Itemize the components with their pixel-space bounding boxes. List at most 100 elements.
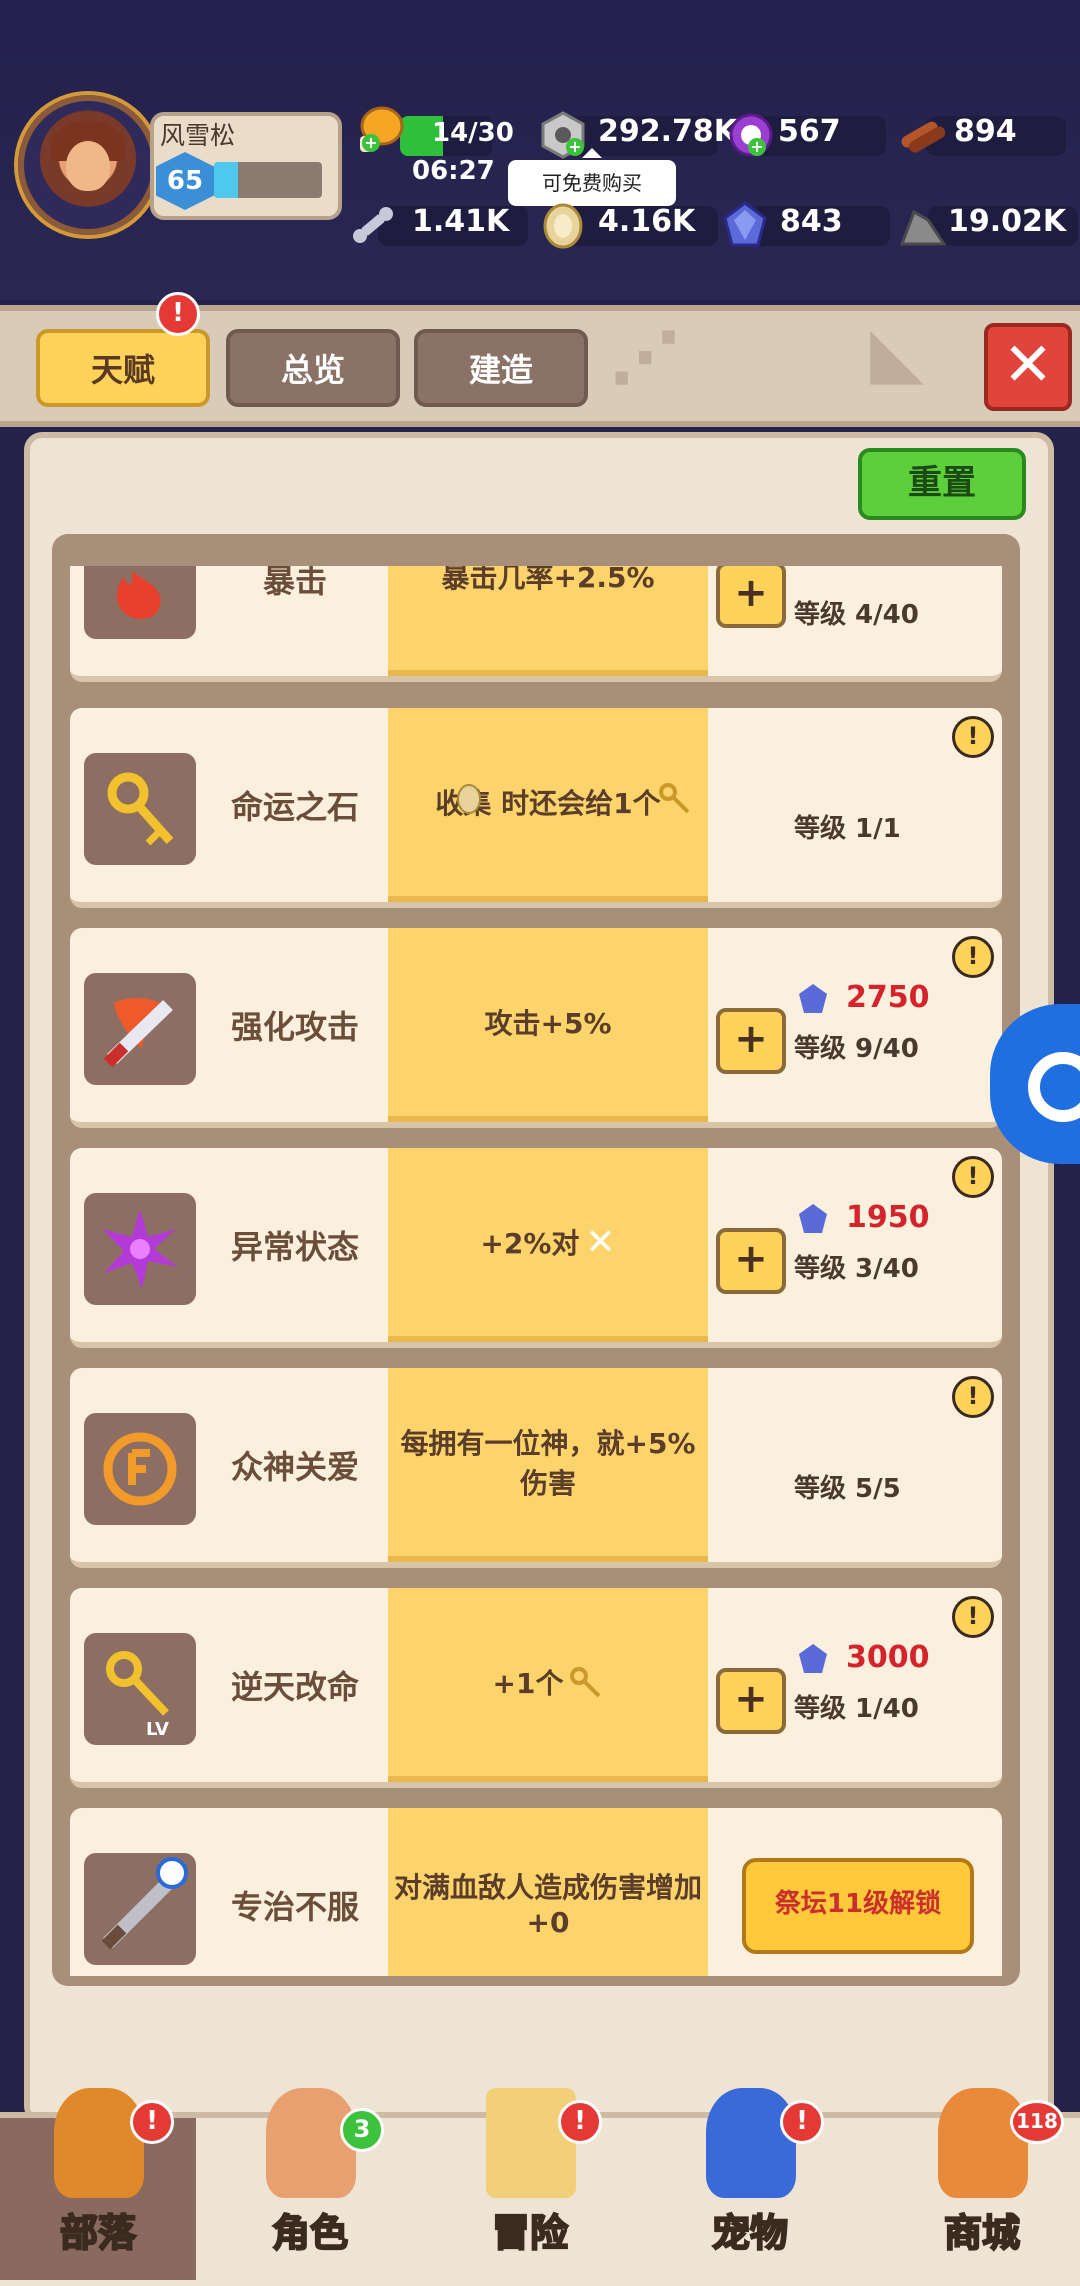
info-icon[interactable]: !: [952, 1156, 994, 1198]
shell-icon: [543, 203, 583, 249]
meat-icon[interactable]: [354, 102, 406, 158]
key-inline-icon: [659, 783, 690, 814]
talent-desc-text: +2%对: [480, 1227, 580, 1260]
talent-desc: +2%对 ✕: [388, 1148, 708, 1342]
talent-name: 众神关爱: [230, 1448, 359, 1486]
tab-overview[interactable]: 总览: [226, 329, 400, 407]
upgrade-plus-button[interactable]: +: [716, 1008, 786, 1074]
talent-desc: 暴击几率+2.5%: [388, 566, 708, 676]
crystal-cost-icon: [799, 1644, 827, 1673]
reset-button[interactable]: 重置: [858, 448, 1026, 520]
talent-row-crit: 暴击 暴击几率+2.5% + 1900 等级 4/40: [70, 566, 1002, 682]
treasure-map-icon: [486, 2088, 576, 2198]
character-face-icon: [266, 2088, 356, 2198]
info-icon[interactable]: !: [952, 1376, 994, 1418]
xp-bar: [214, 162, 322, 198]
talent-name: 异常状态: [230, 1228, 359, 1266]
upgrade-plus-button[interactable]: +: [716, 566, 786, 628]
talent-name: 专治不服: [230, 1888, 359, 1926]
resource-stone: 19.02K: [898, 200, 1078, 248]
locked-sword-icon: [84, 1853, 196, 1965]
decor-claw-icon: ⋰: [610, 317, 680, 399]
stamina-timer: 06:27: [412, 156, 495, 186]
upgrade-plus-button[interactable]: +: [716, 1228, 786, 1294]
bone-icon: [353, 207, 393, 243]
talent-desc: 收集 时还会给1个: [388, 708, 708, 902]
talent-cost: 3000: [846, 1640, 930, 1675]
talent-level: 等级 1/40: [794, 1694, 919, 1724]
player-name: 风雪松: [160, 121, 236, 150]
talent-desc: 攻击+5%: [388, 928, 708, 1122]
talent-row-attack: 强化攻击 攻击+5% + 2750 等级 9/40 !: [70, 928, 1002, 1128]
talent-row-fate-stone: 命运之石 收集 时还会给1个 等级 1/1 !: [70, 708, 1002, 908]
talent-level: 等级 1/1: [794, 814, 901, 844]
talent-row-status: 异常状态 +2%对 ✕ + 1950 等级 3/40 !: [70, 1148, 1002, 1348]
talent-list[interactable]: 暴击 暴击几率+2.5% + 1900 等级 4/40 命运之石 收集 时还会给…: [70, 566, 1002, 1976]
info-icon[interactable]: !: [952, 936, 994, 978]
talent-cost: 1950: [846, 1200, 930, 1235]
fire-fist-icon: [84, 566, 196, 639]
resource-shell-value: 4.16K: [598, 204, 696, 239]
key-lv-icon: LV: [84, 1633, 196, 1745]
avatar-face: [66, 141, 110, 191]
tab-talent-alert-icon: !: [156, 292, 200, 336]
blue-crystal-icon: [723, 201, 767, 247]
tab-build[interactable]: 建造: [414, 329, 588, 407]
golden-key-icon: [84, 753, 196, 865]
nav-character-badge: 3: [340, 2108, 384, 2152]
resource-stone-value: 19.02K: [948, 204, 1067, 239]
resource-crystal-value: 843: [780, 204, 843, 239]
talent-name: 命运之石: [230, 788, 359, 826]
nav-adventure-alert-icon: !: [558, 2100, 602, 2144]
crossed-swords-icon: ✕: [585, 1221, 616, 1263]
nav-pet-alert-icon: !: [780, 2100, 824, 2144]
resource-nut-value: 292.78K: [598, 114, 738, 149]
stamina-value: 14/30: [432, 118, 514, 148]
talent-row-unyielding: 专治不服 对满血敌人造成伤害增加+0 祭坛11级解锁: [70, 1808, 1002, 1976]
crystal-cost-icon: [799, 1204, 827, 1233]
talent-row-defy-fate: LV 逆天改命 +1个 + 3000 等级 1/40 !: [70, 1588, 1002, 1788]
purple-burst-icon: [84, 1193, 196, 1305]
key-inline-icon: [570, 1667, 601, 1698]
nav-label: 商城: [943, 2210, 1021, 2256]
resource-crystal: 843: [720, 200, 890, 248]
resource-nut[interactable]: 292.78K: [538, 110, 737, 159]
talent-row-gods-favor: 众神关爱 每拥有一位神，就+5%伤害 等级 5/5 !: [70, 1368, 1002, 1568]
nav-shop-badge: 118: [1010, 2100, 1064, 2144]
upgrade-plus-button[interactable]: +: [716, 1668, 786, 1734]
resource-bone: 1.41K: [348, 200, 528, 248]
nav-label: 冒险: [491, 2210, 569, 2256]
tab-talent[interactable]: 天赋: [36, 329, 210, 407]
resource-bone-value: 1.41K: [412, 204, 510, 239]
resource-orb-value: 567: [778, 114, 841, 149]
nav-character[interactable]: 角色: [212, 2084, 408, 2280]
talent-level: 等级 4/40: [794, 600, 919, 630]
talent-cost: 2750: [846, 980, 930, 1015]
divine-ring-icon: [84, 1413, 196, 1525]
altar-unlock-button[interactable]: 祭坛11级解锁: [742, 1858, 974, 1954]
talent-desc: +1个: [388, 1588, 708, 1782]
talent-name: 逆天改命: [230, 1668, 359, 1706]
talent-level: 等级 3/40: [794, 1254, 919, 1284]
tribe-hut-icon: [54, 2088, 144, 2198]
talent-level: 等级 5/5: [794, 1474, 901, 1504]
player-avatar[interactable]: [18, 95, 158, 235]
close-button[interactable]: ✕: [984, 323, 1072, 411]
talent-level: 等级 9/40: [794, 1034, 919, 1064]
info-icon[interactable]: !: [952, 716, 994, 758]
crystal-cost-icon: [799, 984, 827, 1013]
stamina-add-icon[interactable]: +: [362, 134, 380, 152]
info-icon[interactable]: !: [952, 1596, 994, 1638]
svg-text:LV: LV: [146, 1719, 169, 1740]
nav-tribe-alert-icon: !: [130, 2100, 174, 2144]
resource-wood: 894: [896, 110, 1076, 158]
resource-wood-value: 894: [954, 114, 1017, 149]
nav-label: 角色: [271, 2210, 349, 2256]
talent-desc: 每拥有一位神，就+5%伤害: [388, 1368, 708, 1562]
talent-desc-text: +1个: [492, 1667, 564, 1700]
shell-inline-icon: [457, 784, 481, 814]
xp-fill: [214, 162, 238, 198]
flaming-sword-icon: [84, 973, 196, 1085]
talent-name: 暴击: [262, 566, 327, 600]
orb-add-icon[interactable]: +: [748, 138, 766, 156]
